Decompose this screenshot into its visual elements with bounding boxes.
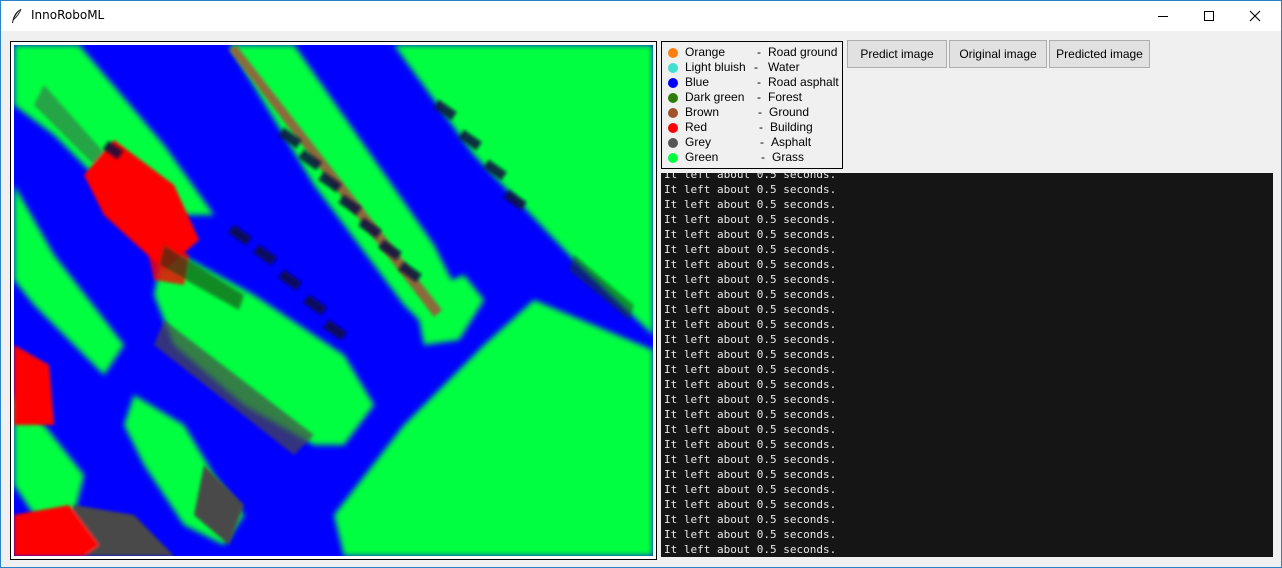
log-line: It left about 0.5 seconds. <box>664 423 837 436</box>
legend-separator: - <box>757 90 761 104</box>
prediction-image-frame <box>10 41 657 560</box>
maximize-button[interactable] <box>1187 1 1233 31</box>
log-line: It left about 0.5 seconds. <box>664 453 837 466</box>
orange-dot-icon <box>668 48 678 58</box>
log-line: It left about 0.5 seconds. <box>664 408 837 421</box>
legend-color-name: Blue <box>685 75 710 89</box>
log-line: It left about 0.5 seconds. <box>664 228 837 241</box>
legend-item-road-ground: Orange - Road ground <box>662 45 842 60</box>
log-line: It left about 0.5 seconds. <box>664 528 837 541</box>
legend-class-label: Building <box>770 120 813 134</box>
grey-dot-icon <box>668 138 678 148</box>
blue-dot-icon <box>668 78 678 88</box>
log-line: It left about 0.5 seconds. <box>664 483 837 496</box>
log-line: It left about 0.5 seconds. <box>664 318 837 331</box>
legend-item-asphalt: Grey - Asphalt <box>662 135 842 150</box>
maximize-icon <box>1204 11 1214 21</box>
segmentation-map-image <box>14 45 653 556</box>
legend-item-road-asphalt: Blue - Road asphalt <box>662 75 842 90</box>
class-legend: Orange - Road ground Light bluish - Wate… <box>661 41 843 169</box>
window-title: InnoRoboML <box>31 8 105 22</box>
feather-icon <box>12 8 22 23</box>
legend-color-name: Light bluish <box>685 60 746 74</box>
legend-separator: - <box>761 150 765 164</box>
log-line: It left about 0.5 seconds. <box>664 288 837 301</box>
minimize-button[interactable] <box>1141 1 1187 31</box>
legend-class-label: Water <box>768 60 800 74</box>
close-button[interactable] <box>1233 1 1279 31</box>
legend-color-name: Grey <box>685 135 712 149</box>
legend-class-label: Asphalt <box>771 135 812 149</box>
log-line: It left about 0.5 seconds. <box>664 498 837 511</box>
close-icon <box>1249 10 1261 22</box>
log-line: It left about 0.5 seconds. <box>664 273 837 286</box>
legend-separator: - <box>757 45 761 59</box>
legend-item-ground: Brown - Ground <box>662 105 842 120</box>
log-console[interactable]: It left about 0.5 seconds. It left about … <box>661 173 1273 557</box>
legend-item-water: Light bluish - Water <box>662 60 842 75</box>
log-line: It left about 0.5 seconds. <box>664 333 837 346</box>
legend-color-name: Dark green <box>685 90 745 104</box>
dark-green-dot-icon <box>668 93 678 103</box>
app-window: InnoRoboML Orange - Road ground Light bl… <box>0 0 1282 568</box>
light-bluish-dot-icon <box>668 63 678 73</box>
legend-class-label: Road ground <box>768 45 838 59</box>
legend-color-name: Orange <box>685 45 726 59</box>
log-line: It left about 0.5 seconds. <box>664 173 837 181</box>
log-line: It left about 0.5 seconds. <box>664 393 837 406</box>
log-line: It left about 0.5 seconds. <box>664 378 837 391</box>
log-line: It left about 0.5 seconds. <box>664 258 837 271</box>
log-line: It left about 0.5 seconds. <box>664 468 837 481</box>
legend-separator: - <box>754 60 758 74</box>
log-lines: It left about 0.5 seconds. It left about … <box>664 173 836 557</box>
legend-class-label: Forest <box>768 90 803 104</box>
log-line: It left about 0.5 seconds. <box>664 363 837 376</box>
log-line: It left about 0.5 seconds. <box>664 213 837 226</box>
legend-color-name: Red <box>685 120 708 134</box>
legend-separator: - <box>758 105 762 119</box>
legend-item-building: Red - Building <box>662 120 842 135</box>
red-dot-icon <box>668 123 678 133</box>
log-line: It left about 0.5 seconds. <box>664 438 837 451</box>
legend-item-grass: Green - Grass <box>662 150 842 165</box>
legend-color-name: Green <box>685 150 719 164</box>
log-line: It left about 0.5 seconds. <box>664 348 837 361</box>
legend-color-name: Brown <box>685 105 720 119</box>
legend-class-label: Ground <box>769 105 810 119</box>
minimize-icon <box>1158 16 1168 17</box>
log-line: It left about 0.5 seconds. <box>664 513 837 526</box>
green-dot-icon <box>668 153 678 163</box>
legend-separator: - <box>759 120 763 134</box>
predict-image-button[interactable]: Predict image <box>847 40 947 68</box>
title-bar[interactable]: InnoRoboML <box>1 1 1281 31</box>
brown-dot-icon <box>668 108 678 118</box>
log-line: It left about 0.5 seconds. <box>664 303 837 316</box>
legend-class-label: Road asphalt <box>768 75 839 89</box>
legend-item-forest: Dark green - Forest <box>662 90 842 105</box>
legend-class-label: Grass <box>772 150 805 164</box>
log-line: It left about 0.5 seconds. <box>664 198 837 211</box>
legend-separator: - <box>760 135 764 149</box>
log-line: It left about 0.5 seconds. <box>664 183 837 196</box>
log-line: It left about 0.5 seconds. <box>664 543 837 556</box>
original-image-button[interactable]: Original image <box>949 40 1047 68</box>
legend-separator: - <box>757 75 761 89</box>
predicted-image-button[interactable]: Predicted image <box>1049 40 1150 68</box>
log-line: It left about 0.5 seconds. <box>664 243 837 256</box>
